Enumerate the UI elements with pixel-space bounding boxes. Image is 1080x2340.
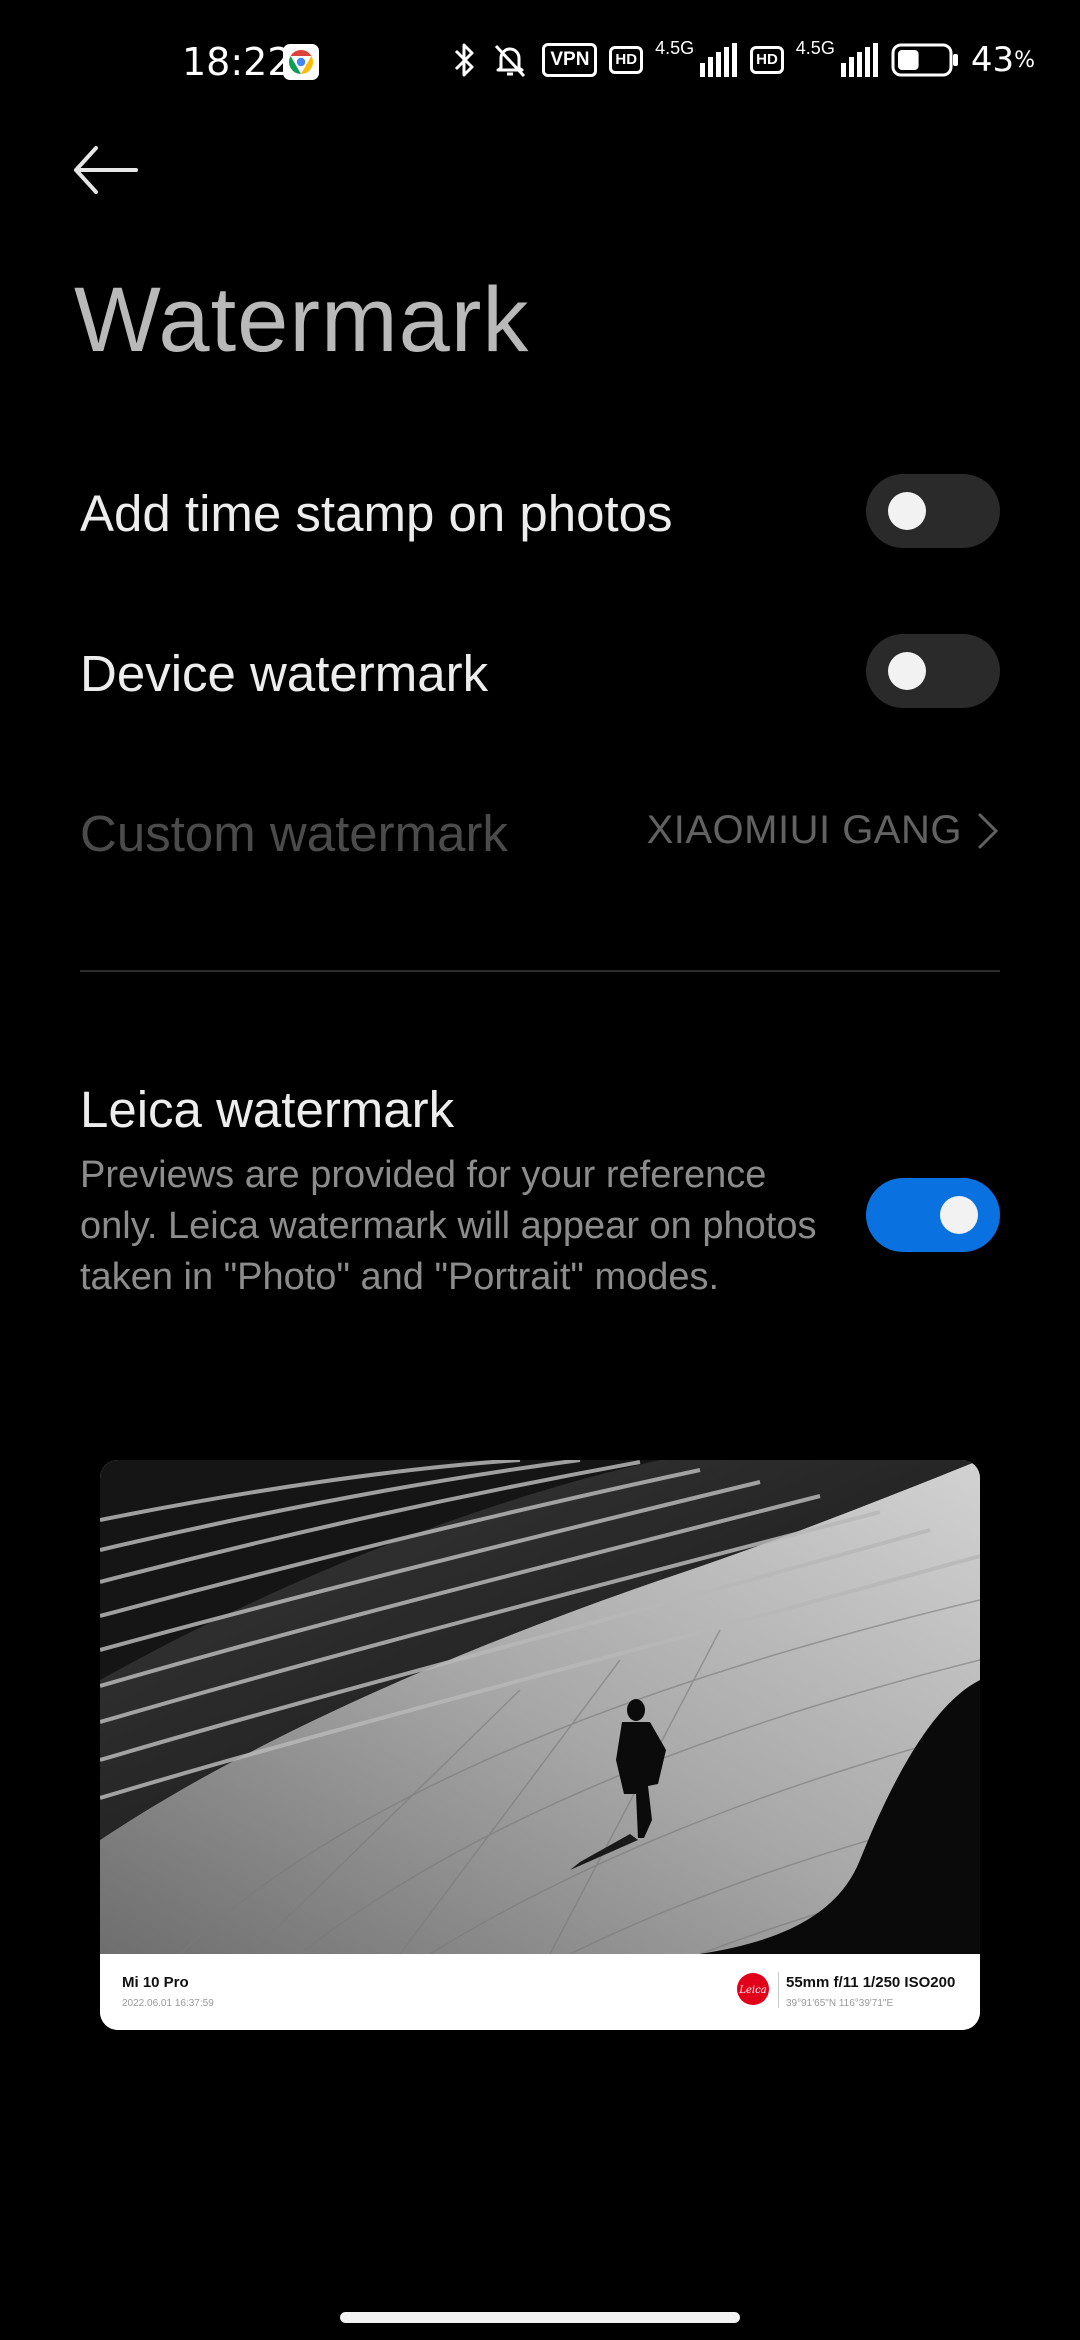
chrome-icon bbox=[283, 44, 319, 80]
status-bar: 18:22 VPN HD 4.5G HD 4.5G 43 % bbox=[0, 0, 1080, 110]
leica-watermark-description: Previews are provided for your reference… bbox=[80, 1154, 817, 1298]
watermark-bar: Mi 10 Pro 2022.06.01 16:37:59 Leica 55mm… bbox=[100, 1954, 980, 2030]
watermark-separator bbox=[778, 1972, 779, 2008]
custom-watermark-value: XIAOMIUI GANG bbox=[646, 808, 962, 852]
device-watermark-label: Device watermark bbox=[80, 645, 489, 702]
signal-icon bbox=[700, 43, 738, 77]
chevron-right-icon bbox=[978, 813, 999, 848]
leica-watermark-toggle[interactable] bbox=[866, 1178, 1000, 1252]
back-arrow-icon[interactable] bbox=[72, 140, 142, 200]
status-icons: VPN HD 4.5G HD 4.5G 43% bbox=[452, 38, 1035, 82]
preview-coordinates: 39°91'65"N 116°39'71"E bbox=[786, 1998, 894, 2009]
vpn-icon: VPN bbox=[542, 43, 598, 77]
preview-datetime: 2022.06.01 16:37:59 bbox=[122, 1998, 214, 2009]
leica-logo-icon: Leica bbox=[737, 1973, 769, 2005]
home-indicator[interactable] bbox=[340, 2312, 740, 2323]
preview-camera-params: 55mm f/11 1/250 ISO200 bbox=[786, 1974, 956, 1991]
toggle-knob bbox=[940, 1196, 978, 1234]
preview-device-name: Mi 10 Pro bbox=[122, 1974, 189, 1991]
svg-text:Leica: Leica bbox=[738, 1985, 766, 1996]
battery-unit: % bbox=[1014, 47, 1035, 73]
network-type: 4.5G bbox=[655, 37, 695, 58]
timestamp-toggle[interactable] bbox=[866, 474, 1000, 548]
custom-watermark-row[interactable]: XIAOMIUI GANG bbox=[647, 808, 1000, 853]
timestamp-label: Add time stamp on photos bbox=[80, 485, 673, 542]
bluetooth-icon bbox=[455, 43, 474, 77]
device-watermark-toggle[interactable] bbox=[866, 634, 1000, 708]
battery-icon bbox=[891, 43, 958, 77]
hd-icon: HD bbox=[609, 46, 644, 74]
divider bbox=[80, 970, 1000, 972]
watermark-preview-card: Mi 10 Pro 2022.06.01 16:37:59 Leica 55mm… bbox=[100, 1460, 980, 2030]
custom-watermark-label: Custom watermark bbox=[80, 805, 508, 862]
bell-off-icon bbox=[495, 44, 526, 78]
battery-percent: 43% bbox=[971, 40, 1035, 80]
page-title: Watermark bbox=[74, 269, 530, 371]
toggle-knob bbox=[888, 652, 926, 690]
network-type: 4.5G bbox=[795, 37, 835, 58]
status-time: 18:22 bbox=[182, 40, 292, 84]
hd-icon: HD bbox=[750, 46, 784, 74]
battery-value: 43 bbox=[970, 40, 1015, 80]
toggle-knob bbox=[888, 492, 926, 530]
preview-photo bbox=[100, 1460, 980, 1954]
leica-watermark-label: Leica watermark bbox=[80, 1081, 455, 1138]
signal-icon bbox=[840, 43, 878, 77]
